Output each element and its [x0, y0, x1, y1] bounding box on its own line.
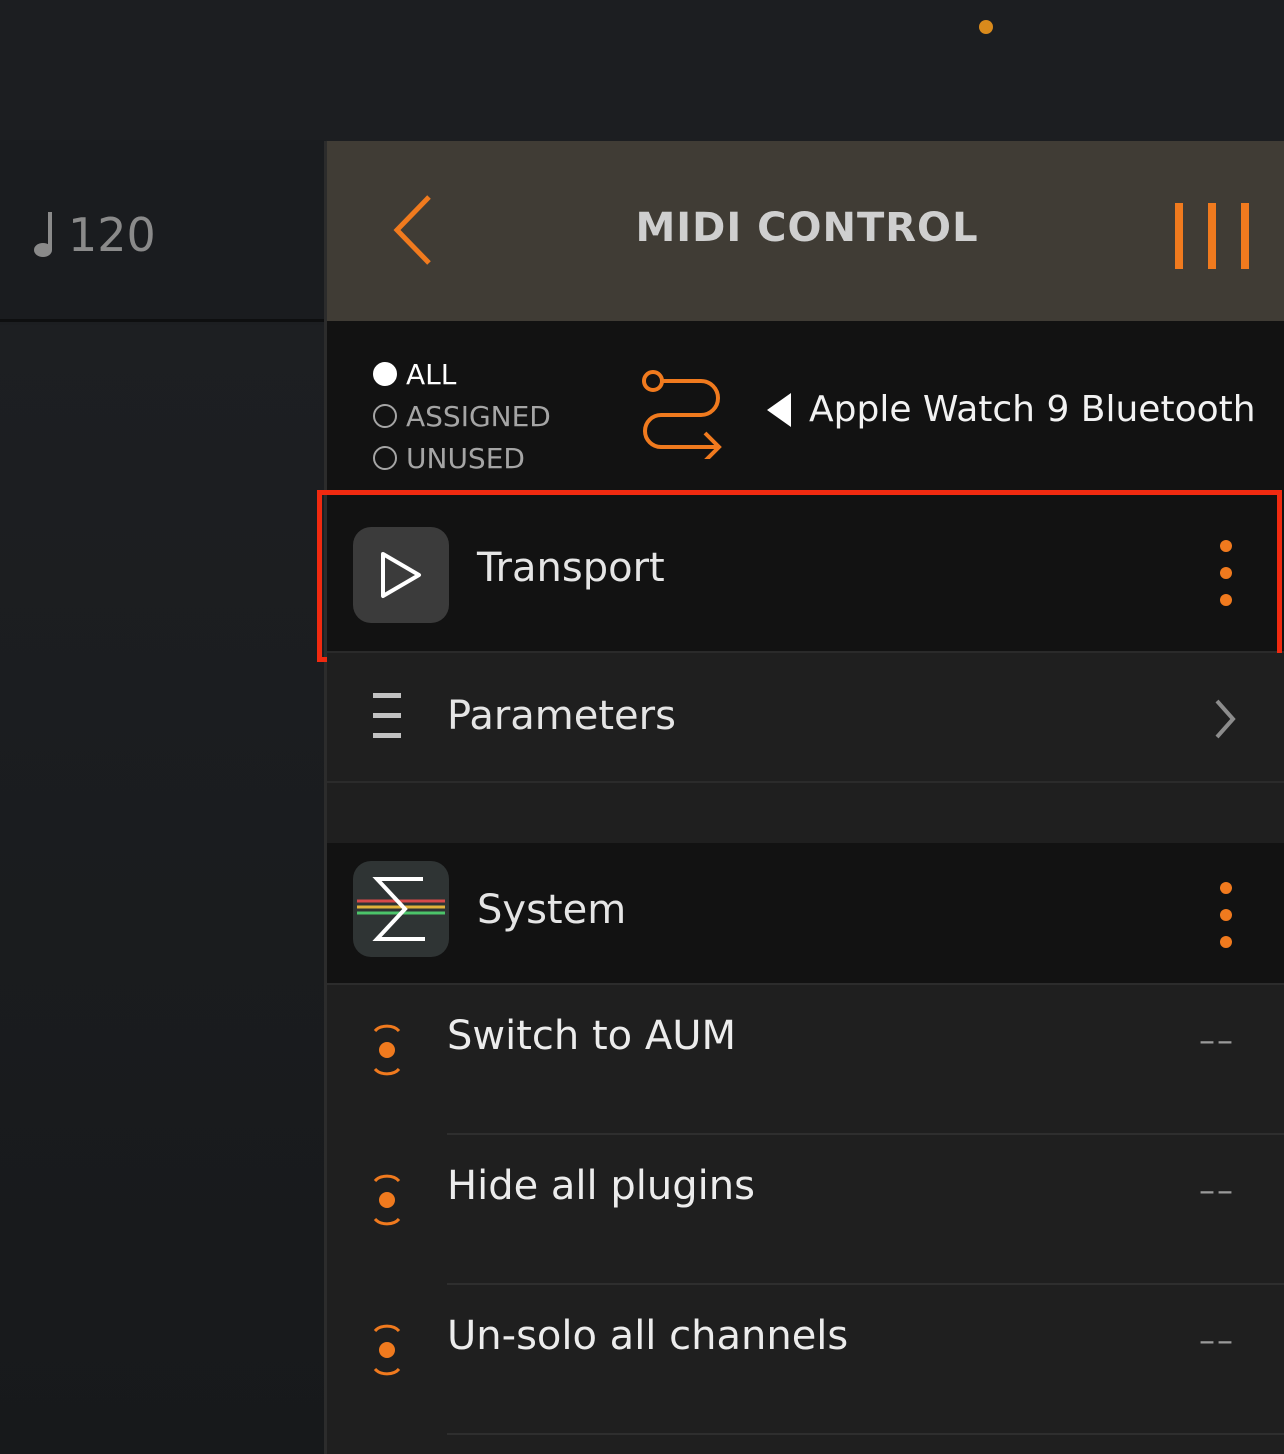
section-parameters[interactable]: Parameters — [327, 653, 1284, 783]
assignment-value[interactable]: –– — [1199, 1321, 1235, 1359]
left-background — [0, 325, 324, 1454]
menu-button[interactable] — [1175, 203, 1249, 273]
triangle-left-icon — [767, 392, 791, 427]
app-screen: 120 MIDI CONTROL ALL ASSIGNED UNUSED App… — [0, 0, 1284, 1454]
more-options-icon[interactable] — [1211, 531, 1241, 621]
list-item[interactable]: Switch to AUM –– — [327, 985, 1284, 1135]
section-transport[interactable]: Transport — [327, 493, 1284, 653]
radio-selected-icon — [373, 362, 397, 386]
music-note-icon — [34, 212, 52, 257]
midi-learn-icon[interactable] — [371, 1023, 403, 1077]
play-icon — [353, 527, 449, 623]
list-item[interactable]: Hide all plugins –– — [327, 1135, 1284, 1285]
assignment-value[interactable]: –– — [1199, 1171, 1235, 1209]
filter-unused[interactable]: UNUSED — [373, 437, 551, 479]
status-indicator — [979, 20, 993, 34]
item-label: Un-solo all channels — [447, 1313, 849, 1359]
assignment-value[interactable]: –– — [1199, 1021, 1235, 1059]
section-label: Transport — [477, 545, 665, 591]
section-label: System — [477, 887, 627, 933]
filter-bar: ALL ASSIGNED UNUSED Apple Watch 9 Blueto… — [327, 321, 1284, 493]
midi-learn-icon[interactable] — [371, 1323, 403, 1377]
section-system[interactable]: System — [327, 843, 1284, 985]
section-spacer — [327, 783, 1284, 843]
midi-learn-icon[interactable] — [371, 1173, 403, 1227]
section-label: Parameters — [447, 693, 676, 739]
tempo-value: 120 — [68, 208, 156, 262]
divider — [447, 1433, 1284, 1435]
triple-bar-icon — [1175, 203, 1183, 269]
device-name: Apple Watch 9 Bluetooth — [809, 389, 1256, 430]
midi-device-selector[interactable]: Apple Watch 9 Bluetooth — [767, 389, 1256, 430]
chevron-right-icon[interactable] — [1209, 697, 1239, 741]
list-item[interactable]: Un-solo all channels –– — [327, 1285, 1284, 1435]
radio-icon — [373, 404, 397, 428]
routing-arrow-icon[interactable] — [641, 369, 727, 463]
radio-icon — [373, 446, 397, 470]
more-options-icon[interactable] — [1211, 873, 1241, 963]
filter-group: ALL ASSIGNED UNUSED — [373, 353, 551, 479]
page-title: MIDI CONTROL — [635, 205, 979, 251]
sigma-icon — [353, 861, 449, 957]
filter-all[interactable]: ALL — [373, 353, 551, 395]
panel-header: MIDI CONTROL — [327, 141, 1284, 321]
item-label: Switch to AUM — [447, 1013, 736, 1059]
tempo-display[interactable]: 120 — [34, 208, 156, 262]
list-icon — [373, 693, 401, 739]
item-label: Hide all plugins — [447, 1163, 755, 1209]
midi-control-panel: MIDI CONTROL ALL ASSIGNED UNUSED Apple W… — [317, 141, 1284, 1454]
filter-assigned[interactable]: ASSIGNED — [373, 395, 551, 437]
